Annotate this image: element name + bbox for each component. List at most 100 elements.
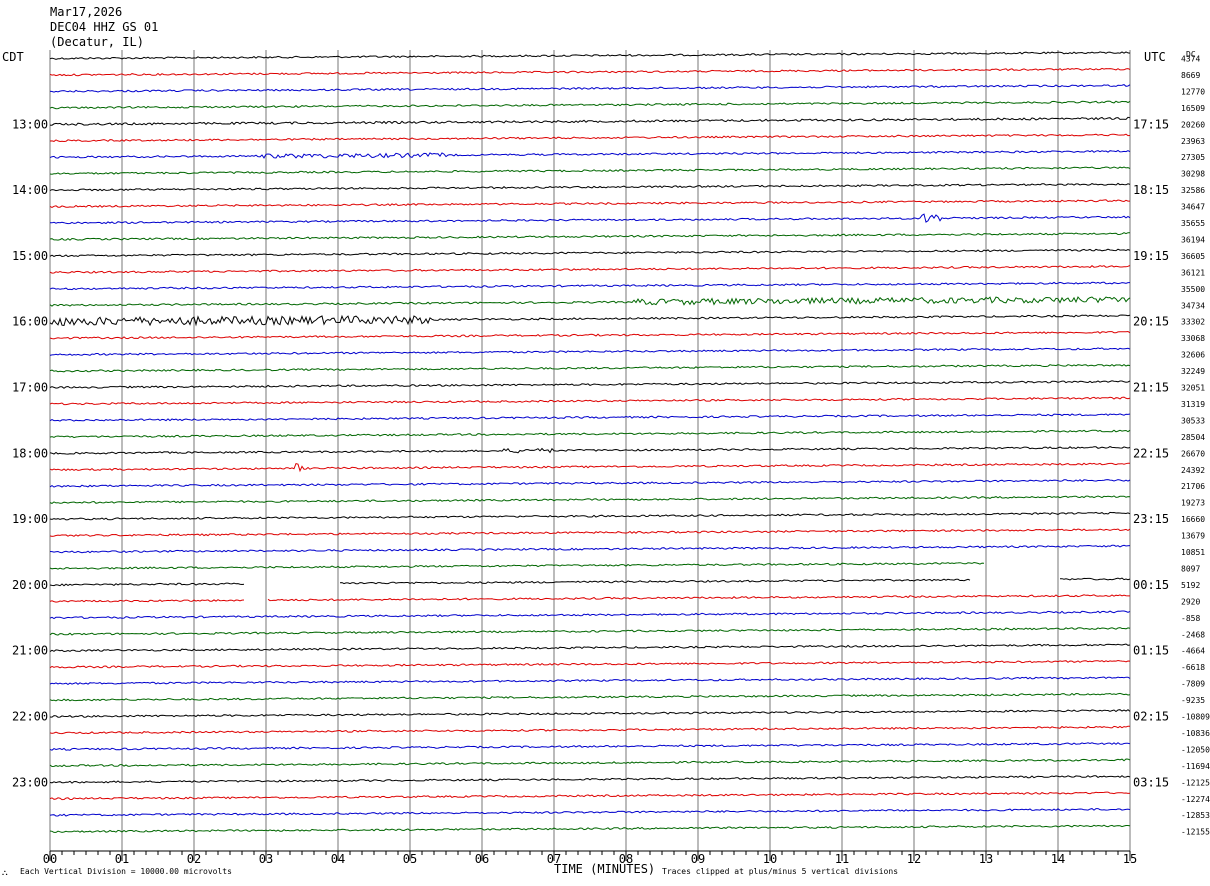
dc-offset-label: 21706	[1181, 482, 1205, 491]
trace-0	[49, 51, 1131, 60]
dc-offset-label: -10836	[1181, 729, 1210, 738]
dc-offset-label: -12125	[1181, 778, 1210, 787]
dc-offset-label: 32051	[1181, 384, 1205, 393]
dc-offset-label: 23963	[1181, 137, 1205, 146]
trace-34	[49, 610, 1131, 620]
dc-offset-label: 5192	[1181, 581, 1200, 590]
dc-offset-label: 32249	[1181, 367, 1205, 376]
dc-offset-label: 8097	[1181, 564, 1200, 573]
dc-offset-label: -7809	[1181, 680, 1205, 689]
x-tick-label: 06	[475, 852, 489, 866]
dc-offset-label: 36121	[1181, 268, 1205, 277]
dc-offset-label: 27305	[1181, 153, 1205, 162]
dc-offset-label: 16509	[1181, 104, 1205, 113]
cdt-hour-label: 20:00	[12, 578, 48, 592]
dc-offset-label: -858	[1181, 614, 1200, 623]
trace-22	[49, 413, 1131, 422]
trace-17	[49, 330, 1131, 340]
trace-26	[49, 479, 1131, 488]
utc-hour-label: 02:15	[1133, 710, 1169, 724]
utc-hour-label: 19:15	[1133, 249, 1169, 263]
cdt-hour-label: 15:00	[12, 249, 48, 263]
trace-41	[49, 725, 1131, 735]
cdt-hour-label: 14:00	[12, 183, 48, 197]
trace-39	[49, 692, 1131, 702]
utc-hour-label: 01:15	[1133, 644, 1169, 658]
x-tick-label: 12	[907, 852, 921, 866]
trace-37	[49, 659, 1131, 669]
trace-31	[49, 561, 985, 570]
x-tick-label: 00	[43, 852, 57, 866]
x-tick-label: 14	[1051, 852, 1065, 866]
trace-40	[49, 709, 1131, 718]
dc-offset-label: 8669	[1181, 71, 1200, 80]
dc-offset-label: 35655	[1181, 219, 1205, 228]
dc-offset-label: 36605	[1181, 252, 1205, 261]
x-tick-label: 03	[259, 852, 273, 866]
trace-28	[49, 511, 1131, 521]
x-tick-label: 10	[763, 852, 777, 866]
trace-23	[49, 429, 1131, 439]
utc-hour-label: 03:15	[1133, 775, 1169, 789]
trace-44	[49, 775, 1131, 784]
cdt-hour-label: 17:00	[12, 381, 48, 395]
x-axis-title: TIME (MINUTES)	[554, 862, 656, 876]
x-tick-label: 09	[691, 852, 705, 866]
trace-25	[49, 462, 1131, 473]
utc-hour-label: 17:15	[1133, 117, 1169, 131]
trace-38	[49, 676, 1131, 685]
trace-12	[49, 248, 1131, 258]
trace-47	[49, 824, 1131, 833]
dc-offset-label: 30298	[1181, 170, 1205, 179]
dc-offset-label: -12274	[1181, 795, 1210, 804]
dc-offset-label: -4664	[1181, 647, 1205, 656]
utc-hour-label: 20:15	[1133, 315, 1169, 329]
cdt-hour-label: 19:00	[12, 512, 48, 526]
trace-42	[49, 742, 1131, 751]
trace-32	[49, 577, 1131, 587]
dc-offset-label: 2920	[1181, 597, 1200, 606]
vertical-scale-note: Each Vertical Division = 10000.00 microv…	[20, 867, 232, 876]
trace-7	[49, 166, 1131, 175]
dc-offset-label: 34734	[1181, 301, 1205, 310]
x-tick-label: 15	[1123, 852, 1137, 866]
dc-offset-label: 35500	[1181, 285, 1205, 294]
dc-offset-label: -9235	[1181, 696, 1205, 705]
trace-1	[49, 67, 1131, 77]
trace-24	[49, 446, 1131, 455]
trace-14	[49, 281, 1130, 291]
dc-offset-label: -6618	[1181, 663, 1205, 672]
dc-offset-label: 31319	[1181, 400, 1205, 409]
dc-offset-label: 28504	[1181, 433, 1205, 442]
dc-offset-label: 33302	[1181, 318, 1205, 327]
trace-5	[49, 133, 1131, 143]
x-tick-label: 02	[187, 852, 201, 866]
trace-43	[49, 758, 1131, 768]
cdt-hour-label: 18:00	[12, 446, 48, 460]
trace-20	[49, 380, 1131, 389]
dc-offset-label: 12770	[1181, 87, 1205, 96]
dc-offset-label: -12155	[1181, 828, 1210, 837]
cdt-hour-label: 22:00	[12, 710, 48, 724]
x-tick-label: 11	[835, 852, 849, 866]
dc-offset-label: 13679	[1181, 532, 1205, 541]
trace-35	[49, 627, 1131, 636]
trace-21	[49, 396, 1131, 406]
dc-offset-label: 16660	[1181, 515, 1205, 524]
cdt-hour-label: 13:00	[12, 117, 48, 131]
dc-offset-label: 10851	[1181, 548, 1205, 557]
dc-offset-label: 19273	[1181, 499, 1205, 508]
utc-hour-label: 00:15	[1133, 578, 1169, 592]
scale-note: ⛬	[2, 868, 8, 877]
trace-11	[49, 232, 1131, 241]
trace-30	[49, 544, 1131, 554]
trace-4	[49, 116, 1131, 126]
trace-33	[49, 594, 1130, 603]
trace-27	[49, 495, 1131, 504]
dc-offset-label: 32606	[1181, 351, 1205, 360]
dc-offset-label: 26670	[1181, 449, 1205, 458]
dc-offset-label: 4374	[1181, 55, 1200, 64]
dc-offset-label: -12050	[1181, 745, 1210, 754]
seismogram-plot: 4374 8669 12770 16509 20260 23963 27305 30298 32…	[12, 50, 1210, 866]
utc-hour-label: 18:15	[1133, 183, 1169, 197]
